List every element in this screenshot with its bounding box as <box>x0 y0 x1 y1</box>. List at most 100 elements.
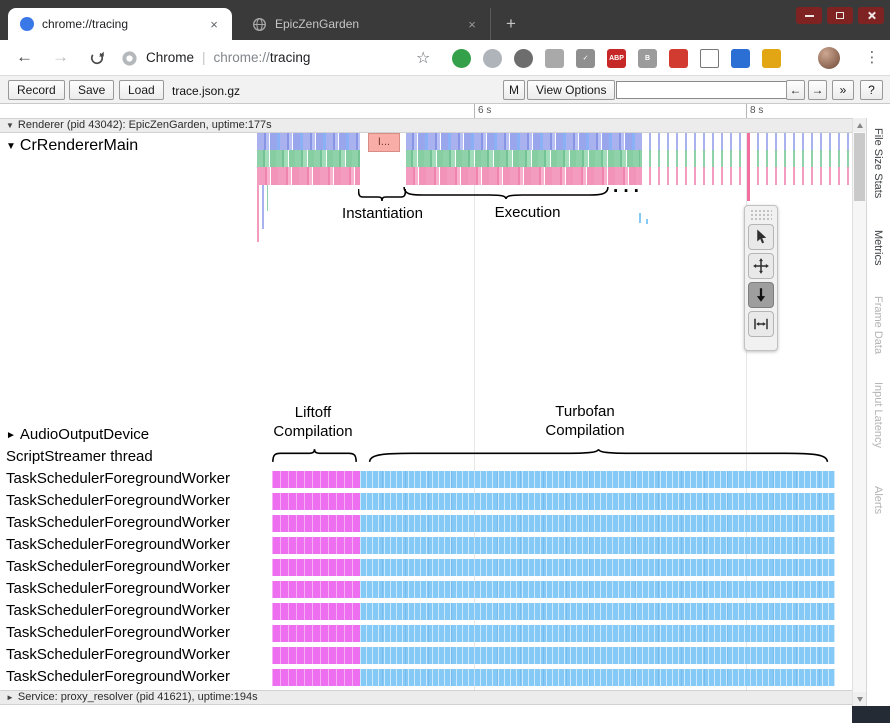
yellow-book-extension-icon[interactable] <box>762 49 781 68</box>
collapse-arrow-icon[interactable]: ► <box>6 427 16 445</box>
trace-spike <box>257 185 259 242</box>
selection-tool-button[interactable] <box>748 224 774 250</box>
bookmark-star-icon[interactable]: ☆ <box>416 48 430 68</box>
clock-extension-icon[interactable] <box>514 49 533 68</box>
thread-label-scriptstreamer[interactable]: ScriptStreamer thread <box>6 448 153 466</box>
worker-trace-row <box>0 559 852 576</box>
liftoff-compilation-slice[interactable] <box>272 603 360 620</box>
window-resize-corner <box>852 706 890 723</box>
help-button[interactable]: ? <box>860 80 883 100</box>
tab-epiczengarden[interactable]: EpicZenGarden × <box>240 8 491 40</box>
b-badge-extension-icon[interactable]: B <box>638 49 657 68</box>
scroll-down-button[interactable] <box>853 692 866 706</box>
thread-label-audiooutputdevice[interactable]: ►AudioOutputDevice <box>6 426 149 444</box>
service-process-header[interactable]: ►Service: proxy_resolver (pid 41621), up… <box>0 690 852 705</box>
palette-drag-handle[interactable] <box>750 209 772 221</box>
turbofan-compilation-slice[interactable] <box>360 537 835 554</box>
liftoff-compilation-slice[interactable] <box>272 581 360 598</box>
collapse-arrow-icon[interactable]: ► <box>6 691 14 704</box>
browser-window: chrome://tracing × EpicZenGarden × + ← →… <box>0 0 890 723</box>
turbofan-compilation-slice[interactable] <box>360 647 835 664</box>
crrenderermain-track[interactable] <box>257 133 850 185</box>
checkmark-extension-icon[interactable]: ✓ <box>576 49 595 68</box>
turbofan-compilation-slice[interactable] <box>360 493 835 510</box>
trace-spike <box>646 219 648 224</box>
chrome-logo-icon[interactable] <box>121 50 138 72</box>
timeline-ruler[interactable]: 6 s 8 s <box>0 104 852 118</box>
forward-button[interactable]: → <box>52 47 69 67</box>
record-button[interactable]: Record <box>8 80 65 100</box>
metrics-button[interactable]: M <box>503 80 525 100</box>
side-tab-frame-data[interactable]: Frame Data <box>872 296 884 354</box>
turbofan-compilation-slice[interactable] <box>360 603 835 620</box>
thread-label-crrenderermain[interactable]: ▼CrRendererMain <box>6 137 138 155</box>
red-square-extension-icon[interactable] <box>669 49 688 68</box>
profile-avatar[interactable] <box>818 47 840 69</box>
timing-tool-button[interactable] <box>748 311 774 337</box>
liftoff-brace <box>272 448 357 463</box>
liftoff-compilation-slice[interactable] <box>272 471 360 488</box>
find-next-button[interactable]: → <box>808 80 827 100</box>
selected-slice[interactable]: I... <box>368 133 400 152</box>
liftoff-compilation-slice[interactable] <box>272 669 360 686</box>
trace-slices-sparse[interactable] <box>640 133 850 185</box>
url-path: tracing <box>270 50 311 65</box>
liftoff-compilation-slice[interactable] <box>272 515 360 532</box>
scroll-up-button[interactable] <box>853 118 866 132</box>
extensions-row: ✓ ABP B <box>452 48 781 68</box>
gray-box-extension-icon[interactable] <box>545 49 564 68</box>
minimize-button[interactable] <box>796 7 822 24</box>
liftoff-compilation-slice[interactable] <box>272 559 360 576</box>
back-button[interactable]: ← <box>16 47 33 67</box>
turbofan-compilation-slice[interactable] <box>360 471 835 488</box>
turbofan-compilation-slice[interactable] <box>360 625 835 642</box>
tab-close-icon[interactable]: × <box>206 17 222 32</box>
save-button[interactable]: Save <box>69 80 114 100</box>
scrollbar-thumb[interactable] <box>854 133 865 201</box>
side-tab-alerts[interactable]: Alerts <box>872 486 884 514</box>
green-circle-extension-icon[interactable] <box>452 49 471 68</box>
vertical-scrollbar[interactable] <box>852 118 866 706</box>
new-tab-button[interactable]: + <box>500 13 522 35</box>
tab-close-icon[interactable]: × <box>464 17 480 32</box>
blue-shield-extension-icon[interactable] <box>731 49 750 68</box>
side-tab-file-size-stats[interactable]: File Size Stats <box>872 128 884 198</box>
ghost-extension-icon[interactable] <box>483 49 502 68</box>
liftoff-compilation-slice[interactable] <box>272 625 360 642</box>
liftoff-compilation-slice[interactable] <box>272 537 360 554</box>
maximize-button[interactable] <box>827 7 853 24</box>
pan-tool-button[interactable] <box>748 253 774 279</box>
titlebar[interactable]: chrome://tracing × EpicZenGarden × + <box>0 0 890 40</box>
view-options-button[interactable]: View Options <box>527 80 615 100</box>
liftoff-compilation-slice[interactable] <box>272 647 360 664</box>
expand-arrow-icon[interactable]: ▼ <box>6 138 16 156</box>
side-tab-metrics[interactable]: Metrics <box>872 230 884 265</box>
ruler-tick: 8 s <box>746 104 747 118</box>
close-button[interactable] <box>858 7 884 24</box>
monitor-extension-icon[interactable] <box>700 49 719 68</box>
more-options-button[interactable]: » <box>832 80 854 100</box>
turbofan-compilation-slice[interactable] <box>360 669 835 686</box>
turbofan-compilation-slice[interactable] <box>360 581 835 598</box>
load-button[interactable]: Load <box>119 80 164 100</box>
side-tab-input-latency[interactable]: Input Latency <box>872 382 884 448</box>
trace-spike <box>262 185 264 229</box>
globe-favicon-icon <box>252 17 267 32</box>
adblock-plus-icon[interactable]: ABP <box>607 49 626 68</box>
trace-spike <box>267 185 268 211</box>
trace-slices-dense[interactable] <box>257 133 365 185</box>
expand-arrow-icon[interactable]: ▼ <box>6 119 14 132</box>
zoom-tool-button[interactable] <box>748 282 774 308</box>
turbofan-compilation-slice[interactable] <box>360 515 835 532</box>
liftoff-compilation-slice[interactable] <box>272 493 360 510</box>
find-previous-button[interactable]: ← <box>786 80 805 100</box>
renderer-process-header[interactable]: ▼Renderer (pid 43042): EpicZenGarden, up… <box>0 118 852 133</box>
instantiation-label: Instantiation <box>310 205 455 222</box>
reload-button[interactable] <box>88 49 106 72</box>
omnibox[interactable]: Chrome | chrome:// tracing <box>146 40 310 75</box>
trace-slices-dense[interactable] <box>405 133 640 185</box>
tab-tracing[interactable]: chrome://tracing × <box>8 8 232 40</box>
turbofan-compilation-slice[interactable] <box>360 559 835 576</box>
browser-menu-icon[interactable]: ⋮ <box>864 48 880 66</box>
search-input[interactable] <box>616 81 788 99</box>
